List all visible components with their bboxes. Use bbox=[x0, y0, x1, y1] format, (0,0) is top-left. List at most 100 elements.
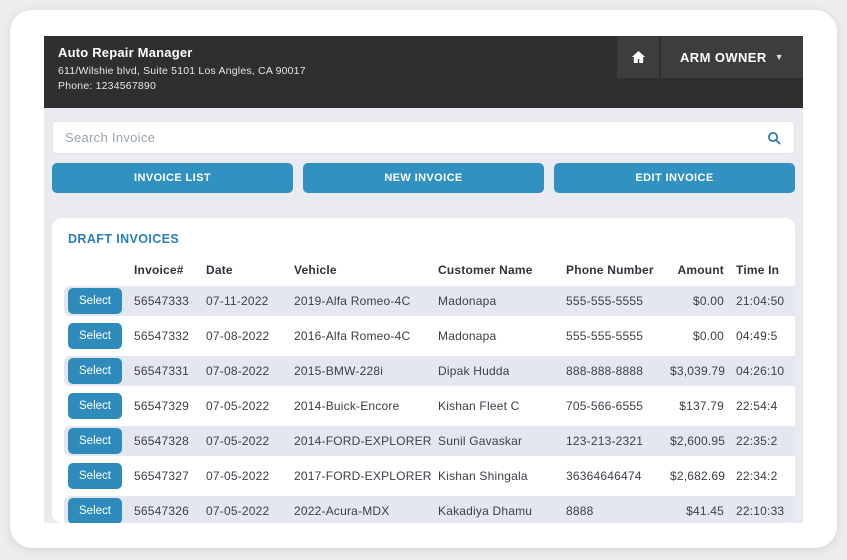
cell-select: Select bbox=[64, 356, 134, 386]
cell-invoice: 56547328 bbox=[134, 426, 206, 456]
cell-vehicle: 2016-Alfa Romeo-4C bbox=[294, 321, 438, 351]
cell-amount: $137.79 bbox=[670, 391, 736, 421]
cell-select: Select bbox=[64, 391, 134, 421]
cell-date: 07-08-2022 bbox=[206, 356, 294, 386]
cell-time: 22:34:2 bbox=[736, 461, 795, 491]
cell-invoice: 56547326 bbox=[134, 496, 206, 523]
invoice-table: Invoice# Date Vehicle Customer Name Phone Nu… bbox=[64, 256, 795, 523]
column-header: Customer Name bbox=[438, 263, 533, 277]
home-icon bbox=[630, 49, 647, 65]
shop-address: 611/Wilshie blvd, Suite 5101 Los Angles,… bbox=[58, 65, 306, 77]
cell-invoice: 56547331 bbox=[134, 356, 206, 386]
shop-phone: Phone: 1234567890 bbox=[58, 80, 156, 92]
cell-date: 07-11-2022 bbox=[206, 286, 294, 316]
main-content: INVOICE LIST NEW INVOICE EDIT INVOICE DR… bbox=[44, 108, 803, 523]
select-button[interactable]: Select bbox=[68, 358, 122, 384]
cell-invoice: 56547332 bbox=[134, 321, 206, 351]
cell-vehicle: 2014-Buick-Encore bbox=[294, 391, 438, 421]
cell-time: 04:26:10 bbox=[736, 356, 795, 386]
cell-customer: Kishan Shingala bbox=[438, 461, 566, 491]
cell-phone: 705-566-6555 bbox=[566, 391, 670, 421]
cell-phone: 888-888-8888 bbox=[566, 356, 670, 386]
cell-vehicle: 2014-FORD-EXPLORER bbox=[294, 426, 438, 456]
cell-time: 22:54:4 bbox=[736, 391, 795, 421]
table-row: Select 56547333 07-11-2022 2019-Alfa Romeo-… bbox=[64, 286, 795, 316]
app-region: Auto Repair Manager 611/Wilshie blvd, Su… bbox=[44, 36, 803, 523]
cell-customer: Madonapa bbox=[438, 286, 566, 316]
invoice-list-button[interactable]: INVOICE LIST bbox=[52, 163, 293, 193]
app-title: Auto Repair Manager bbox=[58, 45, 193, 60]
cell-amount: $3,039.79 bbox=[670, 356, 736, 386]
cell-time: 22:35:2 bbox=[736, 426, 795, 456]
cell-phone: 36364646474 bbox=[566, 461, 670, 491]
column-header: Vehicle bbox=[294, 263, 337, 277]
search-bar bbox=[52, 121, 795, 154]
cell-invoice: 56547333 bbox=[134, 286, 206, 316]
cell-amount: $41.45 bbox=[670, 496, 736, 523]
cell-date: 07-05-2022 bbox=[206, 391, 294, 421]
cell-phone: 555-555-5555 bbox=[566, 286, 670, 316]
cell-customer: Madonapa bbox=[438, 321, 566, 351]
cell-amount: $2,682.69 bbox=[670, 461, 736, 491]
new-invoice-button[interactable]: NEW INVOICE bbox=[303, 163, 544, 193]
cell-vehicle: 2019-Alfa Romeo-4C bbox=[294, 286, 438, 316]
app-window: Auto Repair Manager 611/Wilshie blvd, Su… bbox=[10, 10, 837, 548]
cell-vehicle: 2017-FORD-EXPLORER bbox=[294, 461, 438, 491]
table-row: Select 56547332 07-08-2022 2016-Alfa Romeo-… bbox=[64, 321, 795, 351]
table-header-row: Invoice# Date Vehicle Customer Name Phone Nu… bbox=[64, 261, 795, 281]
select-button[interactable]: Select bbox=[68, 393, 122, 419]
nav-button-row: INVOICE LIST NEW INVOICE EDIT INVOICE bbox=[52, 163, 795, 193]
cell-amount: $0.00 bbox=[670, 321, 736, 351]
select-button[interactable]: Select bbox=[68, 498, 122, 523]
column-header: Date bbox=[206, 263, 233, 277]
column-header bbox=[64, 261, 134, 281]
chevron-down-icon: ▼ bbox=[774, 52, 784, 62]
cell-select: Select bbox=[64, 426, 134, 456]
cell-date: 07-05-2022 bbox=[206, 426, 294, 456]
cell-amount: $0.00 bbox=[670, 286, 736, 316]
card-title: DRAFT INVOICES bbox=[68, 232, 180, 246]
home-button[interactable] bbox=[617, 36, 659, 78]
cell-date: 07-08-2022 bbox=[206, 321, 294, 351]
invoice-table-body: Select 56547333 07-11-2022 2019-Alfa Romeo-… bbox=[64, 286, 795, 523]
cell-time: 04:49:5 bbox=[736, 321, 795, 351]
cell-select: Select bbox=[64, 461, 134, 491]
user-menu-label: ARM OWNER bbox=[680, 49, 767, 65]
column-header: Invoice# bbox=[134, 263, 184, 277]
cell-time: 21:04:50 bbox=[736, 286, 795, 316]
table-row: Select 56547329 07-05-2022 2014-Buick-Encor… bbox=[64, 391, 795, 421]
cell-date: 07-05-2022 bbox=[206, 461, 294, 491]
cell-vehicle: 2015-BMW-228i bbox=[294, 356, 438, 386]
cell-select: Select bbox=[64, 286, 134, 316]
search-input[interactable] bbox=[53, 130, 754, 145]
search-icon[interactable] bbox=[754, 130, 794, 146]
cell-phone: 555-555-5555 bbox=[566, 321, 670, 351]
column-header: Phone Number bbox=[566, 263, 654, 277]
cell-customer: Dipak Hudda bbox=[438, 356, 566, 386]
cell-select: Select bbox=[64, 496, 134, 523]
cell-amount: $2,600.95 bbox=[670, 426, 736, 456]
select-button[interactable]: Select bbox=[68, 428, 122, 454]
user-menu-button[interactable]: ARM OWNER ▼ bbox=[661, 36, 803, 78]
cell-phone: 8888 bbox=[566, 496, 670, 523]
cell-time: 22:10:33 bbox=[736, 496, 795, 523]
select-button[interactable]: Select bbox=[68, 323, 122, 349]
edit-invoice-button[interactable]: EDIT INVOICE bbox=[554, 163, 795, 193]
select-button[interactable]: Select bbox=[68, 463, 122, 489]
cell-select: Select bbox=[64, 321, 134, 351]
invoice-table-wrap: Invoice# Date Vehicle Customer Name Phone Nu… bbox=[64, 256, 795, 523]
cell-customer: Kishan Fleet C bbox=[438, 391, 566, 421]
column-header: Time In bbox=[736, 263, 780, 277]
app-header: Auto Repair Manager 611/Wilshie blvd, Su… bbox=[44, 36, 803, 108]
table-row: Select 56547328 07-05-2022 2014-FORD-EXPLOR… bbox=[64, 426, 795, 456]
cell-invoice: 56547327 bbox=[134, 461, 206, 491]
select-button[interactable]: Select bbox=[68, 288, 122, 314]
cell-phone: 123-213-2321 bbox=[566, 426, 670, 456]
draft-invoices-card: DRAFT INVOICES Invoice# Date Vehicle Custom… bbox=[52, 218, 795, 523]
cell-invoice: 56547329 bbox=[134, 391, 206, 421]
table-row: Select 56547331 07-08-2022 2015-BMW-228i Dip… bbox=[64, 356, 795, 386]
header-actions: ARM OWNER ▼ bbox=[617, 36, 803, 108]
cell-customer: Sunil Gavaskar bbox=[438, 426, 566, 456]
column-header: Amount bbox=[677, 263, 724, 277]
cell-customer: Kakadiya Dhamu bbox=[438, 496, 566, 523]
